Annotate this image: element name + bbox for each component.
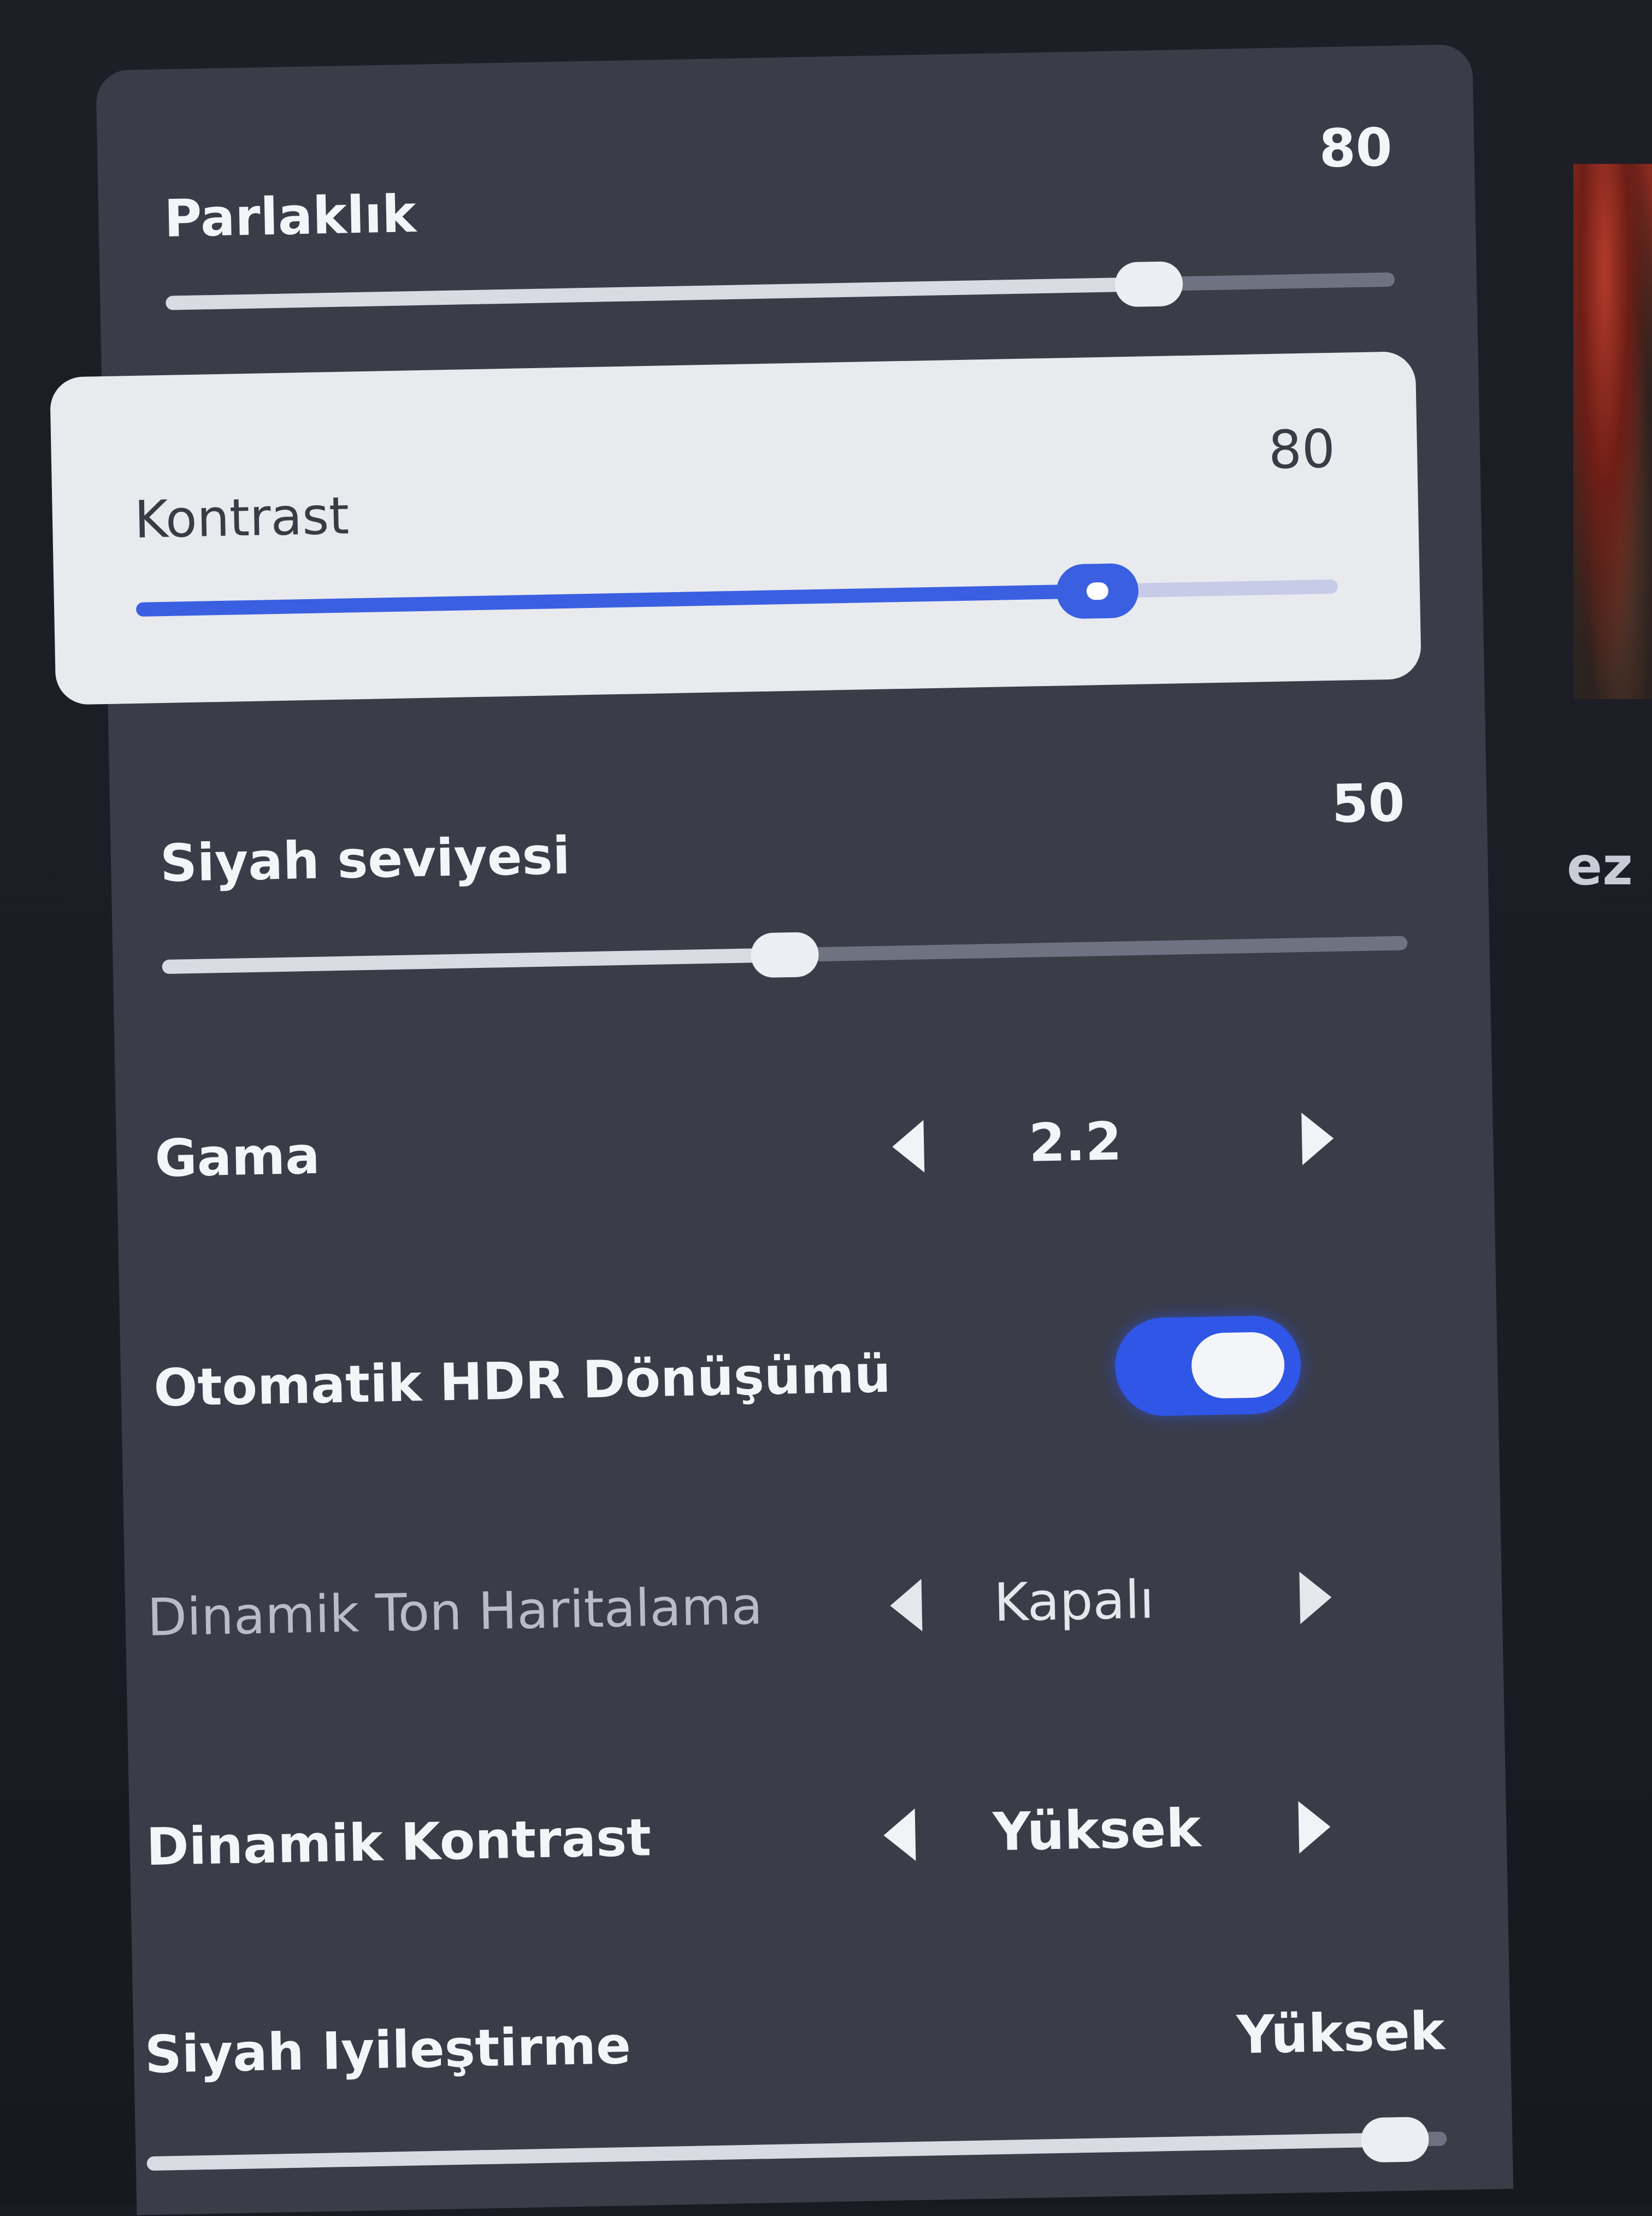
auto-hdr-toggle[interactable] [1114,1315,1302,1417]
auto-hdr-setting[interactable]: Otomatik HDR Dönüşümü [119,1256,1500,1490]
brightness-label: Parlaklık [163,184,417,249]
contrast-label: Kontrast [134,486,350,550]
black-level-slider[interactable] [162,932,1408,978]
contrast-value: 80 [1267,418,1336,481]
contrast-setting[interactable]: Kontrast 80 [50,351,1422,705]
brightness-slider-fill [166,277,1149,310]
black-level-label: Siyah seviyesi [160,826,571,894]
gamma-setting[interactable]: Gama 2.2 [115,1027,1495,1261]
contrast-slider-thumb[interactable] [1055,563,1139,619]
brightness-value: 80 [1318,116,1393,180]
dynamic-contrast-value: Yüksek [992,1797,1202,1863]
dynamic-tone-mapping-value: Kapalı [993,1569,1155,1634]
brightness-setting[interactable]: Parlaklık 80 [96,44,1478,354]
toggle-knob [1190,1331,1285,1399]
dynamic-tone-mapping-setting[interactable]: Dinamik Ton Haritalama Kapalı [123,1497,1504,1730]
black-level-setting[interactable]: Siyah seviyesi 50 [108,700,1490,999]
black-level-value: 50 [1331,772,1406,835]
black-enhancement-slider-thumb[interactable] [1360,2117,1429,2163]
triangle-right-icon[interactable] [1299,1571,1332,1624]
gamma-label: Gama [154,1126,321,1189]
dynamic-contrast-setting[interactable]: Dinamik Kontrast Yüksek [128,1715,1508,1949]
contrast-slider[interactable] [135,563,1338,619]
dynamic-tone-mapping-label: Dinamik Ton Haritalama [146,1576,763,1648]
triangle-left-icon[interactable] [889,1579,923,1632]
black-enhancement-label: Siyah Iyileştirme [144,2016,632,2085]
background-thumbnail [1573,164,1652,699]
triangle-right-icon[interactable] [1301,1112,1335,1166]
dynamic-contrast-label: Dinamik Kontrast [145,1808,652,1878]
triangle-left-icon[interactable] [892,1120,925,1173]
brightness-slider[interactable] [166,261,1395,310]
triangle-left-icon[interactable] [883,1808,916,1862]
contrast-slider-fill [135,584,1098,617]
brightness-slider-thumb[interactable] [1114,261,1183,308]
black-enhancement-slider-fill [146,2132,1395,2171]
black-enhancement-value: Yüksek [1236,2000,1446,2066]
gamma-value: 2.2 [1028,1110,1123,1174]
black-enhancement-slider[interactable] [146,2117,1447,2171]
black-level-slider-thumb[interactable] [750,932,819,978]
black-level-slider-fill [162,948,785,974]
triangle-right-icon[interactable] [1298,1800,1331,1854]
picture-settings-panel: Parlaklık 80 Kontrast 80 Siyah seviyesi … [50,44,1514,2215]
background-partial-text: ez [1567,836,1633,897]
auto-hdr-label: Otomatik HDR Dönüşümü [153,1344,892,1419]
tv-screen: ez Parlaklık 80 Kontrast 80 Siyah seviye… [0,0,1652,2215]
black-enhancement-setting[interactable]: Siyah Iyileştirme Yüksek [132,1934,1513,2211]
